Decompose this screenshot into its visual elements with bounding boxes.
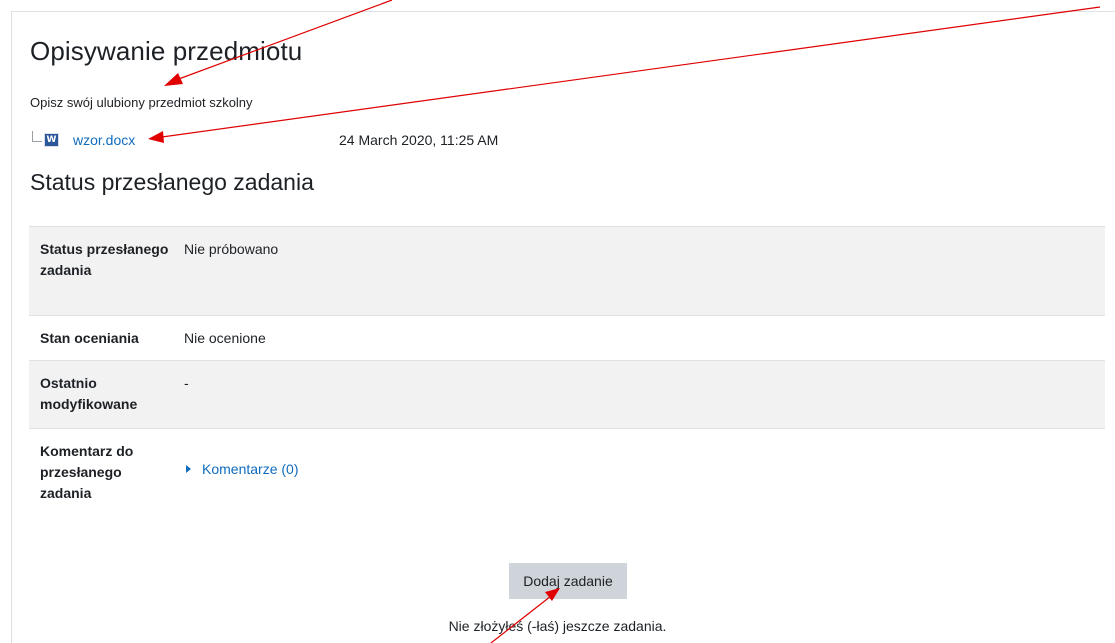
caret-right-icon: [186, 465, 191, 473]
status-row-comments: Komentarz do przesłanego zadania Komenta…: [29, 428, 1105, 514]
status-label: Status przesłanego zadania: [29, 226, 171, 316]
attachment-date: 24 March 2020, 11:25 AM: [339, 132, 499, 148]
status-row-last-modified: Ostatnio modyfikowane -: [29, 360, 1105, 429]
comments-cell: Komentarze (0): [171, 428, 1105, 514]
submission-note: Nie złożyłeś (-łaś) jeszcze zadania.: [448, 618, 667, 634]
status-value: Nie próbowano: [171, 226, 1105, 316]
last-modified-label: Ostatnio modyfikowane: [29, 360, 171, 429]
grading-status-label: Stan oceniania: [29, 315, 171, 361]
add-submission-button[interactable]: Dodaj zadanie: [509, 563, 627, 599]
last-modified-value: -: [171, 360, 1105, 429]
comments-link-label: Komentarze (0): [202, 460, 299, 477]
tree-branch-icon: [32, 131, 42, 142]
attachment-row: W wzor.docx 24 March 2020, 11:25 AM: [32, 131, 632, 151]
comments-label: Komentarz do przesłanego zadania: [29, 428, 171, 514]
status-row-grading: Stan oceniania Nie ocenione: [29, 315, 1105, 361]
page-title: Opisywanie przedmiotu: [30, 36, 303, 66]
attachment-link[interactable]: wzor.docx: [73, 132, 135, 148]
submission-status-heading: Status przesłanego zadania: [30, 169, 314, 195]
status-row-submission: Status przesłanego zadania Nie próbowano: [29, 226, 1105, 316]
submission-status-table: Status przesłanego zadania Nie próbowano…: [29, 226, 1105, 514]
assignment-description: Opisz swój ulubiony przedmiot szkolny: [30, 95, 253, 110]
comments-toggle[interactable]: Komentarze (0): [184, 459, 298, 480]
word-document-icon: W: [44, 133, 59, 147]
grading-status-value: Nie ocenione: [171, 315, 1105, 361]
